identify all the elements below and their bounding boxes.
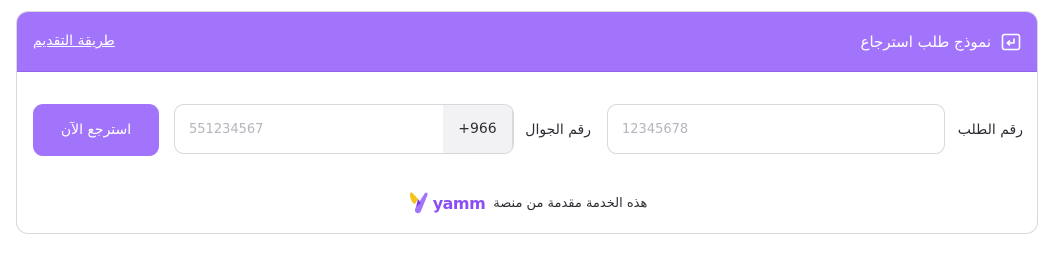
order-number-input[interactable]: [607, 104, 945, 154]
return-now-button[interactable]: استرجع الآن: [33, 104, 159, 156]
country-code-prefix: +966: [443, 105, 513, 153]
phone-number-input[interactable]: [175, 105, 443, 153]
header-title-group: نموذج طلب استرجاع: [861, 12, 1021, 71]
card-header: نموذج طلب استرجاع طريقة التقديم: [17, 12, 1037, 72]
yamm-logo-icon: [407, 191, 429, 215]
footer-attribution: هذه الخدمة مقدمة من منصة yamm: [17, 190, 1037, 216]
return-arrow-icon: [1001, 32, 1021, 52]
footer-text: هذه الخدمة مقدمة من منصة: [493, 195, 648, 211]
brand-name: yamm: [432, 193, 486, 213]
phone-number-label: رقم الجوال: [525, 122, 591, 138]
phone-input-group: +966: [174, 104, 514, 154]
how-to-apply-link[interactable]: طريقة التقديم: [33, 12, 115, 71]
order-number-label: رقم الطلب: [957, 122, 1023, 138]
country-code-text: +966: [458, 121, 497, 137]
page-title: نموذج طلب استرجاع: [860, 32, 991, 51]
brand[interactable]: yamm: [407, 191, 486, 215]
return-request-card: نموذج طلب استرجاع طريقة التقديم رقم الطل…: [16, 11, 1038, 234]
